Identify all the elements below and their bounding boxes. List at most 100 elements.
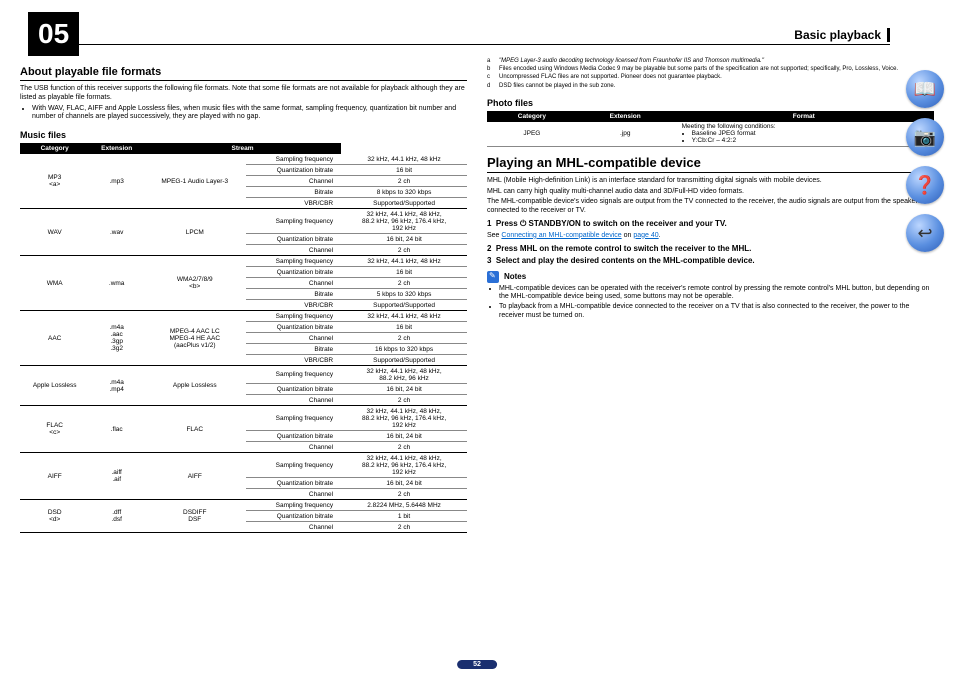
page-number: 52	[457, 660, 497, 669]
spec-label: VBR/CBR	[246, 355, 342, 366]
spec-value: 1 bit	[341, 511, 467, 522]
fn-c: Uncompressed FLAC files are not supporte…	[499, 74, 722, 81]
spec-label: Sampling frequency	[246, 311, 342, 322]
spec-value: Supported/Supported	[341, 355, 467, 366]
link-connecting[interactable]: Connecting an MHL-compatible device	[501, 232, 621, 239]
stream-cell: AIFF	[144, 453, 246, 500]
stream-cell: MPEG-1 Audio Layer-3	[144, 154, 246, 209]
spec-value: 16 bit	[341, 165, 467, 176]
spec-value: 5 kbps to 320 kbps	[341, 289, 467, 300]
help-icon[interactable]: ❓	[906, 166, 944, 204]
spec-value: Supported/Supported	[341, 300, 467, 311]
spec-label: Channel	[246, 442, 342, 453]
spec-value: 8 kbps to 320 kbps	[341, 187, 467, 198]
spec-label: Channel	[246, 489, 342, 500]
footnotes: a"MPEG Layer-3 audio decoding technology…	[487, 58, 934, 90]
spec-value: 32 kHz, 44.1 kHz, 48 kHz, 88.2 kHz, 96 k…	[341, 366, 467, 384]
intro-text: The USB function of this receiver suppor…	[20, 85, 467, 103]
notes-label: Notes	[504, 272, 526, 281]
spec-label: Channel	[246, 176, 342, 187]
spec-label: Quantization bitrate	[246, 165, 342, 176]
stream-cell: Apple Lossless	[144, 366, 246, 406]
step-1: 1 Press ⏻ STANDBY/ON to switch on the re…	[487, 219, 934, 229]
spec-value: 2 ch	[341, 489, 467, 500]
photo-table: Category Extension Format JPEG .jpg Meet…	[487, 111, 934, 147]
spec-value: 16 bit, 24 bit	[341, 478, 467, 489]
spec-label: VBR/CBR	[246, 198, 342, 209]
spec-label: Sampling frequency	[246, 406, 342, 431]
back-icon[interactable]: ↩	[906, 214, 944, 252]
see-link: See Connecting an MHL-compatible device …	[487, 232, 934, 241]
stream-cell: DSDIFF DSF	[144, 500, 246, 533]
spec-label: Bitrate	[246, 289, 342, 300]
spec-label: Quantization bitrate	[246, 431, 342, 442]
spec-label: Sampling frequency	[246, 209, 342, 234]
spec-label: Quantization bitrate	[246, 234, 342, 245]
stream-cell: FLAC	[144, 406, 246, 453]
spec-value: 16 bit	[341, 267, 467, 278]
cat-cell: WAV	[20, 209, 89, 256]
spec-value: 16 bit, 24 bit	[341, 234, 467, 245]
cat-cell: FLAC <c>	[20, 406, 89, 453]
section-title: Basic playback	[794, 28, 890, 42]
spec-label: Quantization bitrate	[246, 384, 342, 395]
left-column: About playable file formats The USB func…	[20, 58, 467, 533]
cat-cell: MP3 <a>	[20, 154, 89, 209]
spec-value: 32 kHz, 44.1 kHz, 48 kHz, 88.2 kHz, 96 k…	[341, 406, 467, 431]
spec-label: Channel	[246, 278, 342, 289]
cat-cell: AIFF	[20, 453, 89, 500]
note-1: MHL-compatible devices can be operated w…	[499, 285, 934, 303]
spec-label: Quantization bitrate	[246, 267, 342, 278]
cat-cell: WMA	[20, 256, 89, 311]
fn-a: "MPEG Layer-3 audio decoding technology …	[499, 58, 764, 65]
spec-label: Quantization bitrate	[246, 322, 342, 333]
spec-label: Quantization bitrate	[246, 478, 342, 489]
link-page[interactable]: page 40	[633, 232, 658, 239]
book-icon[interactable]: 📖	[906, 70, 944, 108]
ext-cell: .m4a .mp4	[89, 366, 144, 406]
spec-value: 16 bit, 24 bit	[341, 431, 467, 442]
spec-value: 16 bit	[341, 322, 467, 333]
ext-cell: .aiff .aif	[89, 453, 144, 500]
note-2: To playback from a MHL-compatible device…	[499, 303, 934, 321]
ext-cell: .flac	[89, 406, 144, 453]
th-extension: Extension	[89, 143, 144, 154]
spec-value: 32 kHz, 44.1 kHz, 48 kHz	[341, 154, 467, 165]
camera-icon[interactable]: 📷	[906, 118, 944, 156]
spec-label: Channel	[246, 245, 342, 256]
ext-cell: .mp3	[89, 154, 144, 209]
spec-value: 2 ch	[341, 245, 467, 256]
spec-label: Quantization bitrate	[246, 511, 342, 522]
ext-cell: .m4a .aac .3gp .3g2	[89, 311, 144, 366]
header-rule	[28, 44, 890, 45]
chapter-number: 05	[28, 12, 79, 56]
fn-b: Files encoded using Windows Media Codec …	[499, 66, 898, 73]
spec-value: 16 bit, 24 bit	[341, 384, 467, 395]
spec-label: VBR/CBR	[246, 300, 342, 311]
spec-value: 2 ch	[341, 442, 467, 453]
photo-ext: .jpg	[577, 122, 674, 147]
spec-label: Bitrate	[246, 187, 342, 198]
heading-about: About playable file formats	[20, 66, 467, 81]
spec-label: Channel	[246, 395, 342, 406]
spec-value: 2 ch	[341, 395, 467, 406]
spec-value: 32 kHz, 44.1 kHz, 48 kHz	[341, 256, 467, 267]
cat-cell: Apple Lossless	[20, 366, 89, 406]
ext-cell: .wav	[89, 209, 144, 256]
spec-value: 32 kHz, 44.1 kHz, 48 kHz	[341, 311, 467, 322]
mhl-p2: MHL can carry high quality multi-channel…	[487, 188, 934, 197]
spec-value: 2 ch	[341, 522, 467, 533]
spec-value: 2 ch	[341, 176, 467, 187]
spec-label: Sampling frequency	[246, 500, 342, 511]
ext-cell: .dff .dsf	[89, 500, 144, 533]
spec-label: Sampling frequency	[246, 154, 342, 165]
spec-value: 2.8224 MHz, 5.6448 MHz	[341, 500, 467, 511]
step-2: 2 Press MHL on the remote control to swi…	[487, 244, 934, 253]
spec-value: 16 kbps to 320 kbps	[341, 344, 467, 355]
music-table: Category Extension Stream MP3 <a>.mp3MPE…	[20, 143, 467, 533]
th-p-ext: Extension	[577, 111, 674, 122]
heading-photo: Photo files	[487, 98, 934, 108]
right-column: a"MPEG Layer-3 audio decoding technology…	[487, 58, 934, 533]
stream-cell: LPCM	[144, 209, 246, 256]
cat-cell: DSD <d>	[20, 500, 89, 533]
